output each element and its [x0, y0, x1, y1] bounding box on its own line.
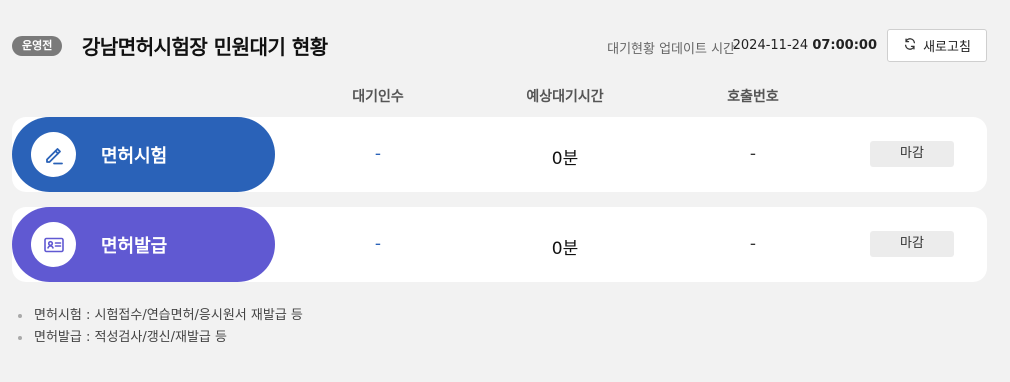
update-date: 2024-11-24	[732, 38, 809, 53]
service-pill-exam: 면허시험	[12, 117, 275, 192]
refresh-icon	[903, 37, 917, 55]
list-item: 면허발급 : 적성검사/갱신/재발급 등	[18, 327, 303, 349]
service-label: 면허발급	[101, 236, 168, 257]
waiting-count: -	[374, 234, 382, 254]
waiting-count: -	[374, 144, 382, 164]
call-number: -	[749, 234, 757, 254]
pencil-icon	[31, 132, 76, 177]
list-item: 면허시험 : 시험접수/연습면허/응시원서 재발급 등	[18, 305, 303, 327]
call-number: -	[749, 144, 757, 164]
service-row-issue: 면허발급 - 0분 - 마감	[12, 207, 987, 282]
header: 운영전 강남면허시험장 민원대기 현황 대기현황 업데이트 시간 2024-11…	[12, 28, 987, 64]
bullet-icon	[18, 336, 22, 340]
column-header-call-number: 호출번호	[727, 89, 779, 105]
note-text: 면허시험 : 시험접수/연습면허/응시원서 재발급 등	[34, 308, 303, 323]
update-clock: 07:00:00	[812, 38, 877, 53]
column-header-waiting: 대기인수	[352, 89, 404, 105]
column-header-expected-time: 예상대기시간	[526, 89, 604, 105]
refresh-label: 새로고침	[923, 40, 971, 55]
id-card-icon	[31, 222, 76, 267]
update-time-label: 대기현황 업데이트 시간	[607, 42, 735, 57]
page-title: 강남면허시험장 민원대기 현황	[82, 35, 328, 59]
refresh-button[interactable]: 새로고침	[887, 29, 987, 62]
notes-list: 면허시험 : 시험접수/연습면허/응시원서 재발급 등 면허발급 : 적성검사/…	[18, 305, 303, 349]
status-closed-badge: 마감	[870, 231, 954, 257]
status-badge: 운영전	[12, 36, 63, 56]
note-text: 면허발급 : 적성검사/갱신/재발급 등	[34, 330, 227, 345]
expected-wait-time: 0분	[551, 149, 579, 169]
expected-wait-time: 0분	[551, 239, 579, 259]
bullet-icon	[18, 314, 22, 318]
service-pill-issue: 면허발급	[12, 207, 275, 282]
update-time: 2024-11-24 07:00:00	[733, 38, 877, 53]
service-row-exam: 면허시험 - 0분 - 마감	[12, 117, 987, 192]
service-label: 면허시험	[101, 146, 168, 167]
status-closed-badge: 마감	[870, 141, 954, 167]
